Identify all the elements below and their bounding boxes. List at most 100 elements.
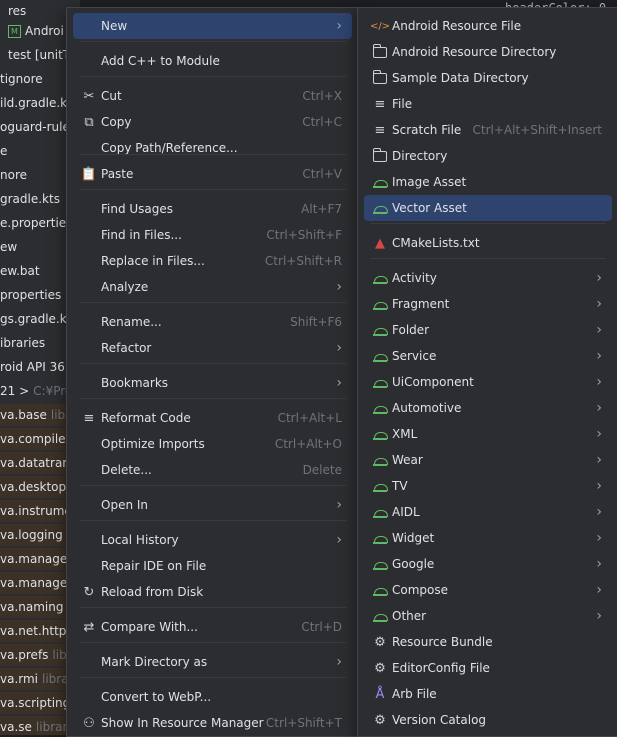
menu-item-add-cpp[interactable]: Add C++ to Module: [73, 48, 352, 74]
chevron-right-icon: ›: [336, 497, 342, 513]
menu-item-label: Show In Resource Manager: [101, 716, 264, 730]
tree-row-label: ew.bat: [0, 264, 40, 278]
menu-item-label: Directory: [392, 149, 448, 163]
menu-item-wear[interactable]: Wear ›: [364, 447, 612, 473]
menu-item-label: Service: [392, 349, 437, 363]
menu-item-find-in-files[interactable]: Find in Files... Ctrl+Shift+F: [73, 222, 352, 248]
menu-item-open-in[interactable]: Open In ›: [73, 492, 352, 518]
editorconfig-icon: ⚙: [374, 660, 386, 676]
menu-item-version-catalog[interactable]: ⚙ Version Catalog: [364, 707, 612, 733]
menu-item-label: Sample Data Directory: [392, 71, 529, 85]
menu-item-label: AIDL: [392, 505, 420, 519]
tree-row-label: 21 >: [0, 384, 30, 398]
menu-item-cut[interactable]: ✂ Cut Ctrl+X: [73, 83, 352, 109]
menu-item-bookmarks[interactable]: Bookmarks ›: [73, 370, 352, 396]
menu-item-folder[interactable]: Folder ›: [364, 317, 612, 343]
menu-item-analyze[interactable]: Analyze ›: [73, 274, 352, 300]
menu-separator: [79, 485, 346, 486]
menu-item-xml[interactable]: XML ›: [364, 421, 612, 447]
android-icon: [372, 504, 388, 520]
menu-item-resource-bundle[interactable]: ⚙ Resource Bundle: [364, 629, 612, 655]
menu-item-tv[interactable]: TV ›: [364, 473, 612, 499]
chevron-right-icon: ›: [596, 504, 602, 520]
menu-item-aidl[interactable]: AIDL ›: [364, 499, 612, 525]
menu-item-label: Rename...: [101, 315, 162, 329]
menu-item-convert-webp[interactable]: Convert to WebP...: [73, 684, 352, 710]
menu-item-editorconfig-file[interactable]: ⚙ EditorConfig File: [364, 655, 612, 681]
menu-item-directory[interactable]: Directory: [364, 143, 612, 169]
menu-item-file[interactable]: ≡ File: [364, 91, 612, 117]
tree-row-label: va.logging: [0, 528, 63, 542]
menu-item-optimize-imports[interactable]: Optimize Imports Ctrl+Alt+O: [73, 431, 352, 457]
menu-item-replace-in-files[interactable]: Replace in Files... Ctrl+Shift+R: [73, 248, 352, 274]
menu-item-automotive[interactable]: Automotive ›: [364, 395, 612, 421]
menu-item-copy-path[interactable]: Copy Path/Reference...: [73, 135, 352, 161]
menu-separator: [79, 363, 346, 364]
menu-item-arb-file[interactable]: Å Arb File: [364, 681, 612, 707]
menu-item-repair-ide[interactable]: Repair IDE on File: [73, 553, 352, 579]
android-icon: [372, 556, 388, 572]
scratch-file-icon: ≡: [374, 122, 386, 138]
menu-item-mark-directory[interactable]: Mark Directory as ›: [73, 649, 352, 675]
menu-item-uicomponent[interactable]: UiComponent ›: [364, 369, 612, 395]
menu-item-reformat[interactable]: ≡ Reformat Code Ctrl+Alt+L: [73, 405, 352, 431]
menu-item-new[interactable]: New ›: [73, 13, 352, 39]
menu-item-refactor[interactable]: Refactor ›: [73, 335, 352, 361]
menu-item-compare-with[interactable]: ⇄ Compare With... Ctrl+D: [73, 614, 352, 640]
menu-item-other[interactable]: Other ›: [364, 603, 612, 629]
menu-item-rename[interactable]: Rename... Shift+F6: [73, 309, 352, 335]
menu-item-label: Find in Files...: [101, 228, 182, 242]
menu-item-image-asset[interactable]: Image Asset: [364, 169, 612, 195]
menu-item-delete[interactable]: Delete... Delete: [73, 457, 352, 483]
menu-item-label: Scratch File: [392, 123, 462, 137]
menu-item-label: Repair IDE on File: [101, 559, 207, 573]
menu-item-shortcut: Ctrl+C: [302, 115, 342, 129]
menu-item-label: Widget: [392, 531, 435, 545]
menu-item-android-resource-directory[interactable]: Android Resource Directory: [364, 39, 612, 65]
tree-row-label: va.prefs: [0, 648, 49, 662]
menu-item-label: Convert to WebP...: [101, 690, 212, 704]
menu-item-label: Refactor: [101, 341, 152, 355]
menu-item-show-resource-manager[interactable]: ⚇ Show In Resource Manager Ctrl+Shift+T: [73, 710, 352, 736]
tree-row-label: va.base: [0, 408, 47, 422]
menu-item-local-history[interactable]: Local History ›: [73, 527, 352, 553]
menu-item-label: Android Resource Directory: [392, 45, 557, 59]
menu-item-label: Find Usages: [101, 202, 174, 216]
menu-item-label: Fragment: [392, 297, 450, 311]
menu-item-find-usages[interactable]: Find Usages Alt+F7: [73, 196, 352, 222]
menu-item-google[interactable]: Google ›: [364, 551, 612, 577]
menu-item-shortcut: Delete: [302, 463, 342, 477]
menu-item-label: Version Catalog: [392, 713, 487, 727]
android-icon: [372, 452, 388, 468]
menu-separator: [79, 520, 346, 521]
menu-item-vector-asset[interactable]: Vector Asset: [364, 195, 612, 221]
chevron-right-icon: ›: [596, 322, 602, 338]
menu-item-label: Arb File: [392, 687, 437, 701]
tree-row-label: oguard-rules: [0, 120, 77, 134]
chevron-right-icon: ›: [336, 654, 342, 670]
tree-row-label: roid API 36.0: [0, 360, 77, 374]
menu-separator: [370, 258, 606, 259]
menu-item-service[interactable]: Service ›: [364, 343, 612, 369]
menu-item-label: File: [392, 97, 413, 111]
menu-item-scratch-file[interactable]: ≡ Scratch File Ctrl+Alt+Shift+Insert: [364, 117, 612, 143]
menu-item-fragment[interactable]: Fragment ›: [364, 291, 612, 317]
menu-item-widget[interactable]: Widget ›: [364, 525, 612, 551]
menu-item-activity[interactable]: Activity ›: [364, 265, 612, 291]
menu-item-label: Reload from Disk: [101, 585, 204, 599]
menu-item-label: Activity: [392, 271, 437, 285]
menu-item-copy[interactable]: ⧉ Copy Ctrl+C: [73, 109, 352, 135]
menu-item-sample-data-directory[interactable]: Sample Data Directory: [364, 65, 612, 91]
tree-row-label: ew: [0, 240, 18, 254]
menu-item-paste[interactable]: 📋 Paste Ctrl+V: [73, 161, 352, 187]
menu-item-compose[interactable]: Compose ›: [364, 577, 612, 603]
menu-item-cmakelists[interactable]: ▲ CMakeLists.txt: [364, 230, 612, 256]
tree-row-label: va.scripting: [0, 696, 71, 710]
menu-separator: [79, 677, 346, 678]
menu-item-android-resource-file[interactable]: </> Android Resource File: [364, 13, 612, 39]
menu-item-label: Compare With...: [101, 620, 198, 634]
tree-row-label: nore: [0, 168, 27, 182]
tree-row-label: va.naming: [0, 600, 64, 614]
menu-item-reload[interactable]: ↻ Reload from Disk: [73, 579, 352, 605]
code-icon: </>: [369, 20, 391, 32]
